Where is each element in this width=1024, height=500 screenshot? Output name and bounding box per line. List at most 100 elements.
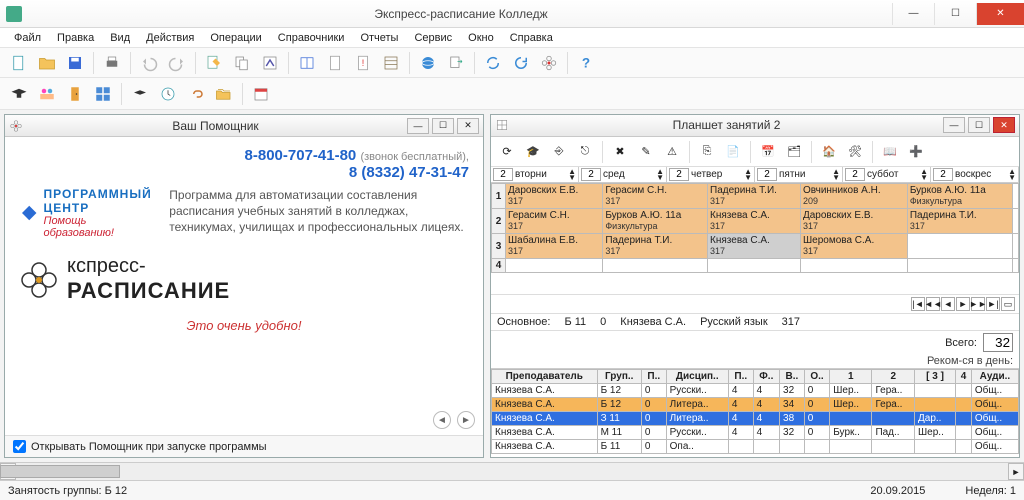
globe-icon[interactable] [415, 50, 441, 76]
nav-next-page[interactable]: ►► [971, 297, 985, 311]
schedule-cell[interactable]: Шабалина Е.В.317 [506, 234, 603, 259]
helper-close[interactable]: ✕ [457, 118, 479, 134]
table-row[interactable]: Князева С.А.Б 110Опа..Общ.. [492, 440, 1019, 454]
open-on-start-checkbox[interactable] [13, 440, 26, 453]
calendar-icon[interactable] [248, 81, 274, 107]
helper-next[interactable]: ► [457, 411, 475, 429]
schedule-cell[interactable]: Падерина Т.И.317 [603, 234, 708, 259]
day-count-2[interactable] [669, 168, 689, 181]
schedule-cell[interactable]: Шеромова С.А.317 [800, 234, 907, 259]
users-icon[interactable] [34, 81, 60, 107]
table-header[interactable]: 1 [830, 370, 872, 384]
redo-icon[interactable] [164, 50, 190, 76]
menu-service[interactable]: Сервис [406, 30, 460, 46]
copy-icon[interactable] [229, 50, 255, 76]
paste-doc-icon[interactable]: 📄 [721, 140, 745, 164]
day-col-0[interactable]: вторни▲▼ [491, 167, 579, 182]
nav-prev[interactable]: ◄ [941, 297, 955, 311]
edit-icon[interactable] [201, 50, 227, 76]
board-titlebar[interactable]: Планшет занятий 2 — ☐ ✕ [491, 115, 1019, 137]
sync-icon[interactable] [480, 50, 506, 76]
day-col-5[interactable]: воскрес▲▼ [931, 167, 1019, 182]
schedule-cell[interactable]: Овчинников А.Н.209 [800, 184, 907, 209]
table-header[interactable]: Ф.. [753, 370, 779, 384]
board-close[interactable]: ✕ [993, 117, 1015, 133]
abacus-icon[interactable] [378, 50, 404, 76]
door-enter-icon[interactable]: ⎋ [573, 140, 597, 164]
helper-titlebar[interactable]: Ваш Помощник — ☐ ✕ [5, 115, 483, 137]
window-close[interactable]: ✕ [976, 3, 1024, 25]
table-header[interactable]: О.. [804, 370, 829, 384]
schedule-cell[interactable]: Герасим С.Н.317 [506, 209, 603, 234]
menu-view[interactable]: Вид [102, 30, 138, 46]
helper-prev[interactable]: ◄ [433, 411, 451, 429]
scroll-thumb[interactable] [0, 465, 120, 478]
windows-icon[interactable] [90, 81, 116, 107]
day-col-2[interactable]: четвер▲▼ [667, 167, 755, 182]
stack-icon[interactable]: 🗂 [782, 140, 806, 164]
day-count-5[interactable] [933, 168, 953, 181]
total-value[interactable] [983, 333, 1013, 352]
day-count-1[interactable] [581, 168, 601, 181]
table-header[interactable]: Груп.. [597, 370, 641, 384]
table-header[interactable]: 4 [956, 370, 972, 384]
schedule-cell[interactable] [506, 259, 603, 273]
helper-minimize[interactable]: — [407, 118, 429, 134]
calendar-icon[interactable]: 📅 [756, 140, 780, 164]
grad-icon[interactable]: 🎓 [521, 140, 545, 164]
edit-doc-icon[interactable]: ✎ [634, 140, 658, 164]
schedule-cell[interactable]: Князева С.А.317 [708, 209, 801, 234]
table-header[interactable]: П.. [728, 370, 753, 384]
schedule-grid[interactable]: 1Даровских Е.В.317Герасим С.Н.317Падерин… [491, 183, 1019, 294]
export-icon[interactable] [443, 50, 469, 76]
schedule-cell[interactable]: Герасим С.Н.317 [603, 184, 708, 209]
grad-cap-icon[interactable] [6, 81, 32, 107]
window-minimize[interactable]: — [892, 3, 934, 25]
schedule-cell[interactable] [708, 259, 801, 273]
menu-reports[interactable]: Отчеты [352, 30, 406, 46]
day-col-4[interactable]: суббот▲▼ [843, 167, 931, 182]
book-open-icon[interactable]: 📖 [878, 140, 902, 164]
flower-icon[interactable] [536, 50, 562, 76]
print-icon[interactable] [99, 50, 125, 76]
menu-dictionaries[interactable]: Справочники [270, 30, 353, 46]
nav-next[interactable]: ► [956, 297, 970, 311]
save-icon[interactable] [62, 50, 88, 76]
open-icon[interactable] [34, 50, 60, 76]
schedule-cell[interactable] [907, 259, 1012, 273]
day-col-3[interactable]: пятни▲▼ [755, 167, 843, 182]
schedule-cell[interactable] [603, 259, 708, 273]
menu-window[interactable]: Окно [460, 30, 502, 46]
scroll-right-icon[interactable]: ► [1008, 463, 1024, 480]
door-exit-icon[interactable]: ⎆ [547, 140, 571, 164]
schedule-cell[interactable]: Падерина Т.И.317 [708, 184, 801, 209]
table-row[interactable]: Князева С.А.З 110Литера..44380Дар..Общ.. [492, 412, 1019, 426]
auto-icon[interactable] [257, 50, 283, 76]
nav-prev-page[interactable]: ◄◄ [926, 297, 940, 311]
schedule-cell[interactable] [1012, 234, 1019, 259]
table-row[interactable]: Князева С.А.М 110Русски..44320Бурк..Пад.… [492, 426, 1019, 440]
schedule-cell[interactable]: Падерина Т.И.317 [907, 209, 1012, 234]
tools-icon[interactable]: 🛠 [843, 140, 867, 164]
door-icon[interactable] [62, 81, 88, 107]
schedule-cell[interactable] [800, 259, 907, 273]
link-icon[interactable] [183, 81, 209, 107]
table-header[interactable]: Дисцип.. [666, 370, 728, 384]
warn-doc-icon[interactable]: ⚠ [660, 140, 684, 164]
clock-icon[interactable] [155, 81, 181, 107]
schedule-cell[interactable]: Бурков А.Ю. 11аФизкультура [907, 184, 1012, 209]
new-icon[interactable] [6, 50, 32, 76]
grad-small-icon[interactable] [127, 81, 153, 107]
table-header[interactable]: В.. [780, 370, 805, 384]
table-row[interactable]: Князева С.А.Б 120Русски..44320Шер..Гера.… [492, 384, 1019, 398]
table-header[interactable]: [ 3 ] [915, 370, 956, 384]
help-icon[interactable]: ? [573, 50, 599, 76]
nav-first[interactable]: |◄ [911, 297, 925, 311]
nav-open[interactable]: ▭ [1001, 297, 1015, 311]
table-header[interactable]: 2 [872, 370, 915, 384]
home-icon[interactable]: 🏠 [817, 140, 841, 164]
menu-edit[interactable]: Правка [49, 30, 102, 46]
table-row[interactable]: Князева С.А.Б 120Литера..44340Шер..Гера.… [492, 398, 1019, 412]
refresh-icon[interactable] [508, 50, 534, 76]
schedule-cell[interactable] [1012, 184, 1019, 209]
